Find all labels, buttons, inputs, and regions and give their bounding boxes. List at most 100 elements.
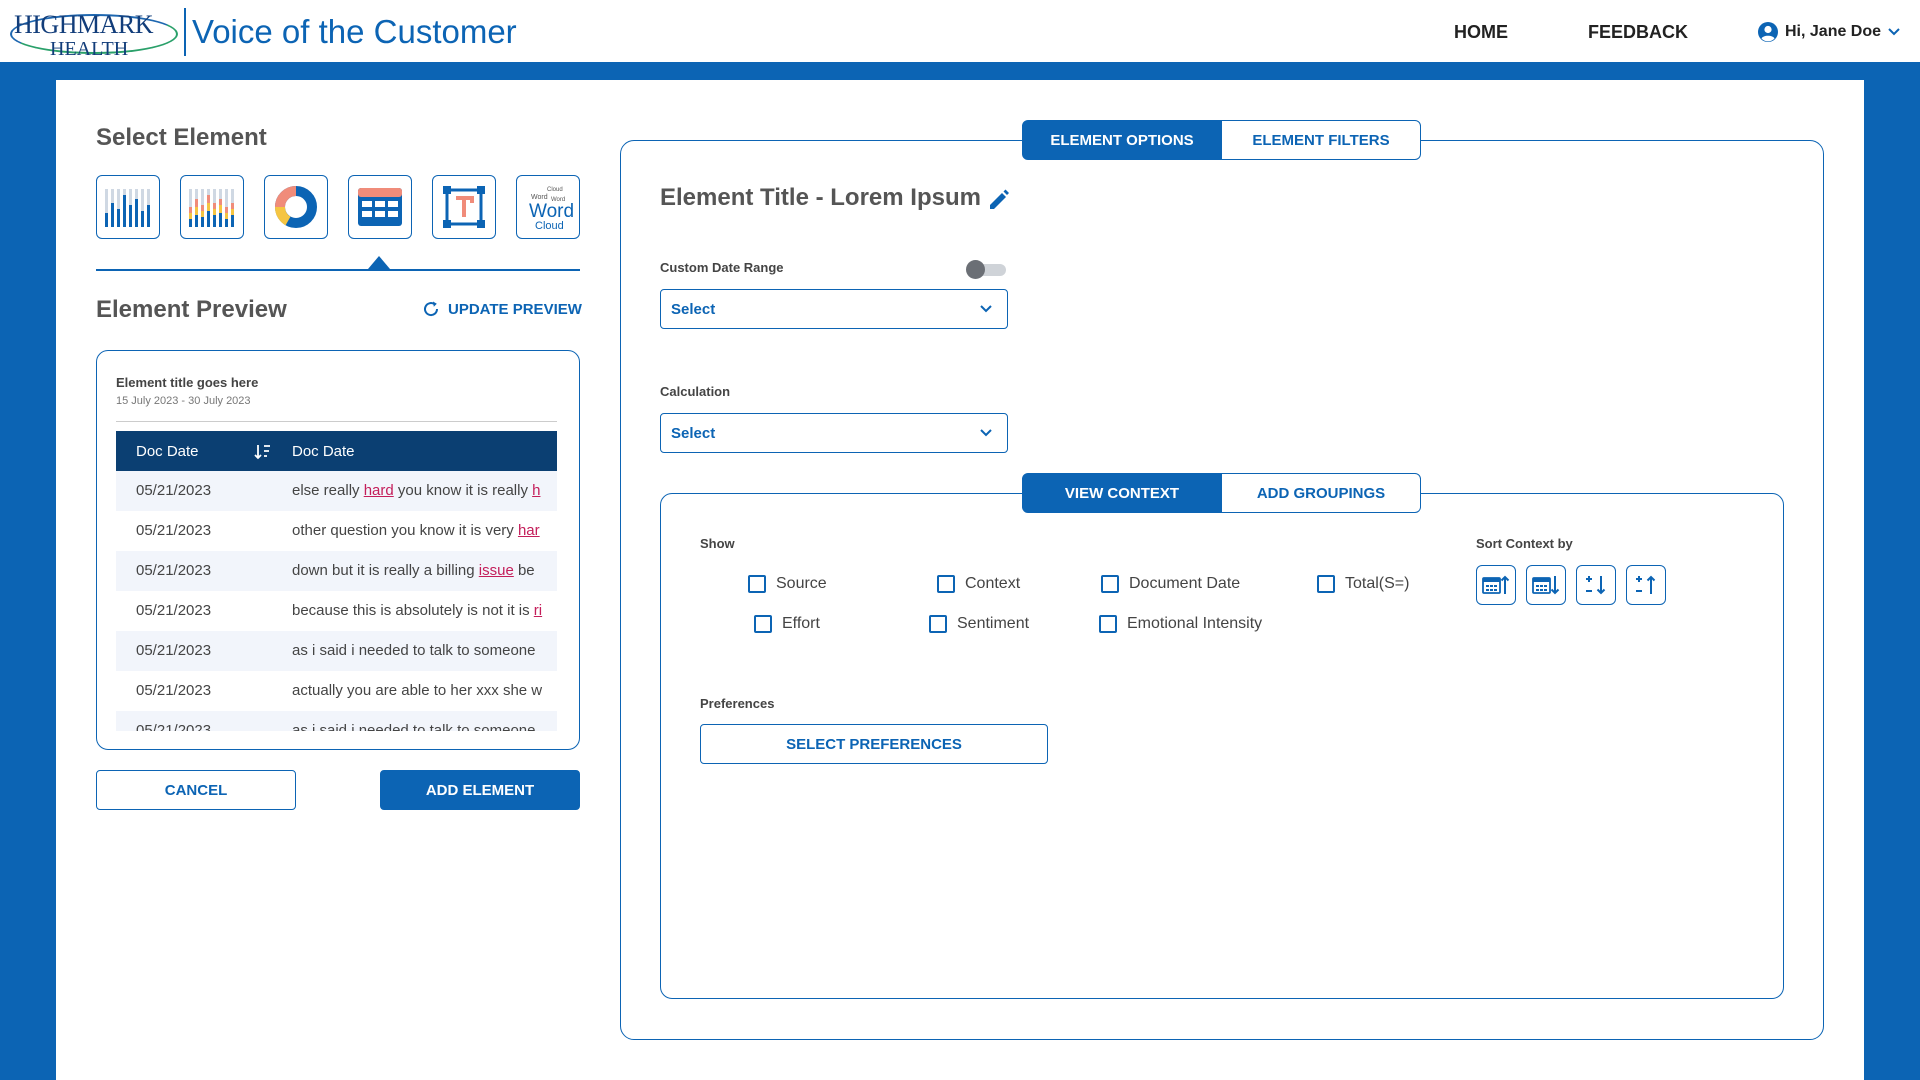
nav-feedback-link[interactable]: FEEDBACK: [1588, 22, 1688, 42]
calendar-sort-up-icon: [1482, 575, 1510, 594]
preview-date-range: 15 July 2023 - 30 July 2023: [116, 395, 251, 407]
svg-text:Cloud: Cloud: [547, 187, 563, 193]
date-range-select-value: Select: [671, 301, 716, 318]
row-date: 05/21/2023: [136, 602, 212, 619]
checkbox-label: Emotional Intensity: [1127, 615, 1263, 632]
row-text: down but it is really a billing issue be: [292, 562, 535, 579]
chevron-down-icon: [1888, 28, 1900, 36]
checkbox-document-date[interactable]: Document Date: [1101, 575, 1240, 593]
preview-divider: [116, 421, 557, 422]
custom-date-range-toggle[interactable]: [966, 260, 1008, 279]
date-range-select[interactable]: Select: [660, 289, 1008, 329]
checkbox-source[interactable]: Source: [748, 575, 827, 593]
tab-element-filters[interactable]: ELEMENT FILTERS: [1221, 120, 1421, 160]
user-menu[interactable]: Hi, Jane Doe: [1757, 20, 1901, 44]
checkbox-box[interactable]: [754, 615, 772, 633]
sort-descending-icon[interactable]: [254, 444, 272, 460]
checkbox-effort[interactable]: Effort: [754, 615, 820, 633]
calculation-label: Calculation: [660, 384, 731, 399]
calendar-sort-down-icon: [1532, 576, 1560, 595]
row-text: else really hard you know it is really h: [292, 482, 541, 499]
checkbox-total[interactable]: Total(S=): [1317, 575, 1409, 593]
element-type-donut-chart[interactable]: [264, 175, 328, 239]
checkbox-label: Document Date: [1129, 575, 1241, 592]
checkbox-box[interactable]: [929, 615, 947, 633]
row-date: 05/21/2023: [136, 722, 212, 731]
preview-table[interactable]: Doc Date Doc Date 05/21/2023 else really…: [116, 431, 557, 731]
element-type-word-cloud[interactable]: Cloud Word Word Word Cloud: [516, 175, 580, 239]
checkbox-box[interactable]: [1317, 575, 1335, 593]
row-date: 05/21/2023: [136, 482, 212, 499]
element-selector-rule: [96, 269, 580, 271]
logo-line1: HIGHMARK: [14, 10, 154, 39]
chevron-down-icon: [980, 429, 992, 437]
table-header: Doc Date Doc Date: [116, 431, 557, 471]
keyword: issue: [478, 562, 514, 579]
show-label: Show: [700, 536, 735, 551]
checkbox-label: Total(S=): [1345, 575, 1410, 592]
tab-view-context[interactable]: VIEW CONTEXT: [1022, 473, 1222, 513]
plus-minus-sort-up-icon: [1636, 575, 1656, 594]
column-header-doc-date[interactable]: Doc Date: [136, 443, 199, 460]
table-icon: [358, 188, 402, 226]
refresh-icon: [424, 301, 439, 317]
checkbox-emotional-intensity[interactable]: Emotional Intensity: [1099, 615, 1262, 633]
update-preview-label: UPDATE PREVIEW: [448, 300, 582, 318]
table-row[interactable]: 05/21/2023 actually you are able to her …: [116, 671, 557, 711]
row-text: because this is absolutely is not it is …: [292, 602, 543, 619]
bar-chart-icon: [105, 189, 150, 227]
select-preferences-button[interactable]: SELECT PREFERENCES: [700, 724, 1048, 764]
nav-home-link[interactable]: HOME: [1454, 22, 1508, 42]
preview-title: Element title goes here: [116, 375, 259, 390]
row-date: 05/21/2023: [136, 682, 212, 699]
keyword: hard: [363, 482, 394, 499]
element-preview-heading: Element Preview: [96, 296, 287, 323]
table-row[interactable]: 05/21/2023 else really hard you know it …: [116, 471, 557, 511]
user-circle-icon: [1758, 22, 1778, 42]
checkbox-box[interactable]: [937, 575, 955, 593]
update-preview-button[interactable]: UPDATE PREVIEW: [422, 300, 582, 318]
keyword: h: [532, 482, 541, 499]
column-header-doc-date-2[interactable]: Doc Date: [292, 443, 355, 460]
checkbox-box[interactable]: [748, 575, 766, 593]
keyword: ri: [533, 602, 543, 619]
sort-date-ascending-button[interactable]: [1476, 565, 1516, 605]
element-type-text-box[interactable]: [432, 175, 496, 239]
custom-date-range-label: Custom Date Range: [660, 260, 784, 275]
sort-date-descending-button[interactable]: [1526, 565, 1566, 605]
row-text: as i said i needed to talk to someone: [292, 642, 536, 659]
checkbox-label: Context: [965, 575, 1021, 592]
table-row[interactable]: 05/21/2023 as i said i needed to talk to…: [116, 631, 557, 671]
sort-value-ascending-button[interactable]: [1626, 565, 1666, 605]
calculation-select-value: Select: [671, 425, 716, 442]
cancel-button[interactable]: CANCEL: [96, 770, 296, 810]
calculation-select[interactable]: Select: [660, 413, 1008, 453]
user-greeting: Hi, Jane Doe: [1785, 23, 1882, 40]
edit-pencil-icon[interactable]: [986, 186, 1012, 212]
row-text: actually you are able to her xxx she w: [292, 682, 543, 699]
table-row[interactable]: 05/21/2023 as i said i needed to talk to…: [116, 711, 557, 731]
table-row[interactable]: 05/21/2023 other question you know it is…: [116, 511, 557, 551]
logo-line2: HEALTH: [50, 38, 129, 60]
element-type-table[interactable]: [348, 175, 412, 239]
row-text: as i said i needed to talk to someone: [292, 722, 536, 731]
logo-divider: [184, 8, 186, 56]
row-date: 05/21/2023: [136, 642, 212, 659]
highmark-health-logo[interactable]: HIGHMARK HEALTH: [8, 6, 178, 60]
selected-element-indicator: [368, 256, 390, 269]
table-row[interactable]: 05/21/2023 because this is absolutely is…: [116, 591, 557, 631]
checkbox-box[interactable]: [1099, 615, 1117, 633]
add-element-button[interactable]: ADD ELEMENT: [380, 770, 580, 810]
table-row[interactable]: 05/21/2023 down but it is really a billi…: [116, 551, 557, 591]
element-type-stacked-bar-chart[interactable]: [180, 175, 244, 239]
tab-element-options[interactable]: ELEMENT OPTIONS: [1022, 120, 1222, 160]
sort-value-descending-button[interactable]: [1576, 565, 1616, 605]
checkbox-sentiment[interactable]: Sentiment: [929, 615, 1029, 633]
row-date: 05/21/2023: [136, 522, 212, 539]
checkbox-box[interactable]: [1101, 575, 1119, 593]
element-type-bar-chart[interactable]: [96, 175, 160, 239]
checkbox-context[interactable]: Context: [937, 575, 1020, 593]
element-title: Element Title - Lorem Ipsum: [660, 184, 981, 211]
tab-add-groupings[interactable]: ADD GROUPINGS: [1221, 473, 1421, 513]
donut-chart-icon: [275, 186, 317, 228]
